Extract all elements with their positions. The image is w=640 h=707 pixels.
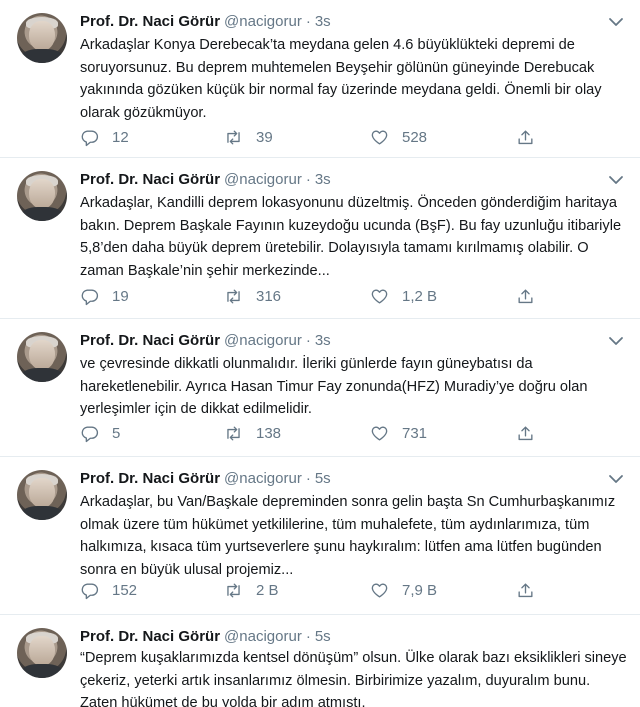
- retweet-icon: [227, 288, 240, 304]
- retweet-button[interactable]: 138: [224, 422, 281, 444]
- tweet-actions: 5 138 731: [80, 422, 540, 444]
- chevron-down-icon[interactable]: [606, 469, 626, 489]
- tweet-time[interactable]: 3s: [315, 171, 331, 188]
- tweet-time[interactable]: 5s: [315, 628, 331, 645]
- heart-icon: [371, 425, 388, 441]
- retweet-count: 39: [256, 128, 273, 146]
- reply-count: 19: [112, 287, 129, 305]
- retweet-count: 138: [256, 424, 282, 442]
- author-handle[interactable]: @nacigorur: [224, 171, 302, 188]
- reply-icon: [81, 582, 99, 599]
- reply-count: 152: [112, 581, 138, 599]
- separator: ·: [305, 628, 311, 645]
- tweet-header: Prof. Dr. Naci Görür @nacigorur · 5s: [80, 469, 331, 489]
- tweet-text: Arkadaşlar, bu Van/Başkale depreminden s…: [80, 494, 616, 578]
- share-button[interactable]: [516, 579, 535, 601]
- tweet-feed: Prof. Dr. Naci Görür @nacigorur · 3s Arkada…: [0, 0, 640, 707]
- tweet[interactable]: Prof. Dr. Naci Görür @nacigorur · 3s Arkada…: [0, 158, 640, 319]
- reply-button[interactable]: 152: [80, 579, 137, 601]
- tweet-header: Prof. Dr. Naci Görür @nacigorur · 5s: [80, 627, 331, 647]
- like-button[interactable]: 731: [370, 422, 427, 444]
- like-count: 731: [402, 424, 428, 442]
- tweet-text: Arkadaşlar, Kandilli deprem lokasyonunu …: [80, 195, 622, 279]
- tweet-header: Prof. Dr. Naci Görür @nacigorur · 3s: [80, 170, 331, 190]
- share-button[interactable]: [516, 422, 535, 444]
- share-icon: [518, 425, 533, 440]
- author-handle[interactable]: @nacigorur: [224, 13, 302, 30]
- author-handle[interactable]: @nacigorur: [224, 628, 302, 645]
- tweet-actions: 12 39 528: [80, 126, 540, 148]
- avatar[interactable]: [17, 628, 67, 678]
- reply-count: 5: [112, 424, 121, 442]
- avatar[interactable]: [17, 13, 67, 63]
- separator: ·: [305, 171, 311, 188]
- author-name[interactable]: Prof. Dr. Naci Görür: [80, 628, 220, 645]
- tweet[interactable]: Prof. Dr. Naci Görür @nacigorur · 5s Arkada…: [0, 457, 640, 615]
- reply-button[interactable]: 12: [80, 126, 129, 148]
- author-handle[interactable]: @nacigorur: [224, 332, 302, 349]
- like-count: 1,2 B: [402, 287, 438, 305]
- retweet-button[interactable]: 316: [224, 285, 281, 307]
- chevron-down-icon[interactable]: [606, 12, 626, 32]
- like-button[interactable]: 1,2 B: [370, 285, 437, 307]
- like-button[interactable]: 528: [370, 126, 427, 148]
- reply-button[interactable]: 5: [80, 422, 120, 444]
- tweet-text: “Deprem kuşaklarımızda kentsel dönüşüm” …: [80, 650, 627, 707]
- tweet-time[interactable]: 5s: [315, 470, 331, 487]
- author-name[interactable]: Prof. Dr. Naci Görür: [80, 332, 220, 349]
- chevron-down-icon[interactable]: [606, 170, 626, 190]
- share-icon: [518, 582, 533, 597]
- retweet-icon: [227, 425, 240, 441]
- retweet-count: 2 B: [256, 581, 279, 599]
- like-count: 7,9 B: [402, 581, 438, 599]
- share-button[interactable]: [516, 126, 535, 148]
- avatar[interactable]: [17, 470, 67, 520]
- retweet-icon: [227, 582, 240, 598]
- author-name[interactable]: Prof. Dr. Naci Görür: [80, 470, 220, 487]
- reply-button[interactable]: 19: [80, 285, 129, 307]
- retweet-count: 316: [256, 287, 282, 305]
- avatar[interactable]: [17, 332, 67, 382]
- chevron-down-icon[interactable]: [606, 331, 626, 351]
- like-button[interactable]: 7,9 B: [370, 579, 437, 601]
- separator: ·: [305, 470, 311, 487]
- heart-icon: [371, 582, 388, 598]
- tweet-actions: 152 2 B 7,9 B: [80, 579, 540, 601]
- retweet-button[interactable]: 39: [224, 126, 273, 148]
- tweet-time[interactable]: 3s: [315, 13, 331, 30]
- tweet[interactable]: Prof. Dr. Naci Görür @nacigorur · 3s Arkada…: [0, 0, 640, 158]
- share-button[interactable]: [516, 285, 535, 307]
- author-name[interactable]: Prof. Dr. Naci Görür: [80, 171, 220, 188]
- author-name[interactable]: Prof. Dr. Naci Görür: [80, 13, 220, 30]
- tweet[interactable]: Prof. Dr. Naci Görür @nacigorur · 3s ve çev…: [0, 319, 640, 457]
- tweet[interactable]: Prof. Dr. Naci Görür @nacigorur · 5s “Depre…: [0, 615, 640, 707]
- tweet-actions: 19 316 1,2 B: [80, 285, 540, 307]
- tweet-time[interactable]: 3s: [315, 332, 331, 349]
- reply-icon: [81, 129, 99, 146]
- like-count: 528: [402, 128, 428, 146]
- heart-icon: [371, 129, 388, 145]
- avatar[interactable]: [17, 171, 67, 221]
- heart-icon: [371, 288, 388, 304]
- retweet-button[interactable]: 2 B: [224, 579, 279, 601]
- reply-icon: [81, 425, 99, 442]
- separator: ·: [305, 13, 311, 30]
- reply-icon: [81, 288, 99, 305]
- reply-count: 12: [112, 128, 129, 146]
- tweet-text: ve çevresinde dikkatli olunmalıdır. İler…: [80, 356, 588, 417]
- separator: ·: [305, 332, 311, 349]
- author-handle[interactable]: @nacigorur: [224, 470, 302, 487]
- retweet-icon: [227, 129, 240, 145]
- share-icon: [518, 129, 533, 144]
- tweet-text: Arkadaşlar Konya Derebecak’ta meydana ge…: [80, 37, 602, 121]
- tweet-header: Prof. Dr. Naci Görür @nacigorur · 3s: [80, 12, 331, 32]
- share-icon: [518, 288, 533, 303]
- tweet-header: Prof. Dr. Naci Görür @nacigorur · 3s: [80, 331, 331, 351]
